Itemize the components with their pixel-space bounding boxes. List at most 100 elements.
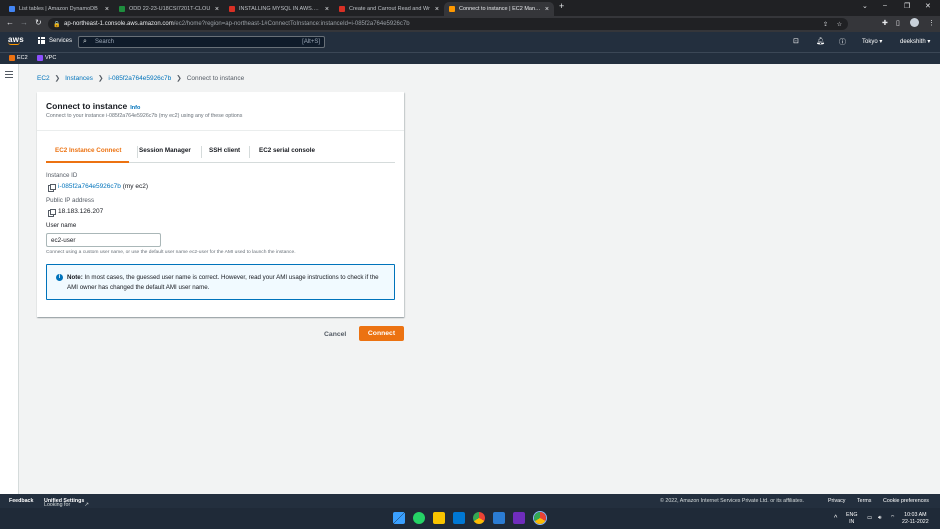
language-indicator[interactable]: ENG IN <box>846 512 857 526</box>
privacy-link[interactable]: Privacy <box>828 498 845 504</box>
breadcrumb-instances[interactable]: Instances <box>65 75 93 82</box>
extensions-icon[interactable]: ✚ <box>882 19 888 27</box>
chrome-active-icon[interactable] <box>534 512 546 524</box>
browser-tab[interactable]: ODD 22-23-U18CSI7201T-CLOU × <box>114 2 224 16</box>
breadcrumb-instance-id[interactable]: i-085f2a764e5926c7b <box>108 75 171 82</box>
search-input[interactable]: ⌕ Search [Alt+S] <box>78 36 325 48</box>
tab-title: Connect to instance | EC2 Manag <box>459 6 541 12</box>
services-label: Services <box>49 37 73 44</box>
maximize-icon[interactable]: ❐ <box>904 2 910 10</box>
alert-note-label: Note: <box>67 274 83 281</box>
breadcrumb-separator: ❯ <box>97 75 104 82</box>
volume-icon[interactable]: 🔊︎ <box>878 515 881 522</box>
browser-tab[interactable]: INSTALLING MYSQL IN AWS.pptx × <box>224 2 334 16</box>
chevron-up-icon[interactable]: ^ <box>834 515 837 522</box>
page-title-text: Connect to instance <box>46 101 128 111</box>
connect-panel: Connect to instance Info Connect to your … <box>37 92 404 317</box>
ec2-icon <box>9 55 15 61</box>
tab-favicon <box>9 6 15 12</box>
instance-name: (my ec2) <box>122 183 148 190</box>
close-tab-icon[interactable]: × <box>545 6 549 13</box>
breadcrumb-separator: ❯ <box>54 75 61 82</box>
share-icon[interactable]: ⇪ <box>823 21 828 28</box>
cloudshell-icon[interactable]: ⊡ <box>793 37 799 45</box>
instance-id-link[interactable]: i-085f2a764e5926c7b <box>58 183 121 190</box>
clock[interactable]: 10:03 AM 22-11-2022 <box>902 512 929 526</box>
copy-icon[interactable] <box>48 208 56 217</box>
tab-ec2-instance-connect[interactable]: EC2 Instance Connect <box>55 147 121 154</box>
tab-ssh-client[interactable]: SSH client <box>209 147 240 154</box>
tab-title: List tables | Amazon DynamoDB <box>19 6 98 12</box>
browser-tab[interactable]: Create and Carrout Read and Wr × <box>334 2 444 16</box>
aws-top-nav: aws Services ⌕ Search [Alt+S] ⊡ 🔔︎ ⓘ Tok… <box>0 32 940 52</box>
hamburger-menu-icon[interactable] <box>5 71 13 80</box>
wifi-icon[interactable]: ⌔ <box>890 515 895 522</box>
whatsapp-icon[interactable] <box>413 512 425 524</box>
alert-text: Note: In most cases, the guessed user na… <box>67 273 387 293</box>
new-tab-button[interactable]: + <box>559 1 564 11</box>
tab-title: INSTALLING MYSQL IN AWS.pptx <box>239 6 321 12</box>
windows-start-icon[interactable] <box>393 512 405 524</box>
active-tab-indicator <box>46 161 129 163</box>
region-selector[interactable]: Tokyo ▾ <box>862 38 882 45</box>
info-circle-icon: i <box>56 274 63 281</box>
language-notice: Looking for language selection? Find it … <box>44 498 89 526</box>
close-tab-icon[interactable]: × <box>435 6 439 13</box>
terms-link[interactable]: Terms <box>857 498 871 504</box>
profile-avatar[interactable] <box>910 18 919 27</box>
vpc-icon <box>37 55 43 61</box>
language-code: ENG <box>846 512 858 518</box>
clock-date: 22-11-2022 <box>902 519 929 525</box>
tab-favicon <box>339 6 345 12</box>
tab-ec2-serial-console[interactable]: EC2 serial console <box>259 147 315 154</box>
alert-note-body: In most cases, the guessed user name is … <box>67 274 379 291</box>
bell-icon[interactable]: 🔔︎ <box>816 37 825 45</box>
tab-favicon <box>119 6 125 12</box>
window-close-icon[interactable]: ✕ <box>925 2 931 10</box>
reload-icon[interactable]: ↻ <box>35 18 42 27</box>
bookmark-star-icon[interactable]: ☆ <box>837 21 842 28</box>
tab-favicon <box>449 6 455 12</box>
close-tab-icon[interactable]: × <box>215 6 219 13</box>
forward-arrow-icon[interactable]: → <box>20 18 28 27</box>
feedback-link[interactable]: Feedback <box>9 498 33 504</box>
back-arrow-icon[interactable]: ← <box>6 18 14 27</box>
tab-session-manager[interactable]: Session Manager <box>139 147 191 154</box>
connect-button[interactable]: Connect <box>359 326 404 341</box>
chrome-icon[interactable] <box>473 512 485 524</box>
account-menu[interactable]: deekshith ▾ <box>900 38 930 45</box>
close-tab-icon[interactable]: × <box>105 6 109 13</box>
info-link[interactable]: Info <box>130 105 140 111</box>
help-icon[interactable]: ⓘ <box>839 37 846 47</box>
user-name-input[interactable] <box>46 233 161 247</box>
word-icon[interactable] <box>493 512 505 524</box>
lock-icon[interactable]: 🔒 <box>53 21 60 28</box>
favorite-vpc[interactable]: VPC <box>37 55 56 61</box>
close-tab-icon[interactable]: × <box>325 6 329 13</box>
aws-logo[interactable]: aws <box>8 35 24 45</box>
chevron-down-icon[interactable]: ⌄ <box>862 2 868 10</box>
services-menu[interactable]: Services <box>38 37 72 44</box>
browser-tab[interactable]: List tables | Amazon DynamoDB × <box>4 2 114 16</box>
panel-divider <box>37 130 404 131</box>
console-footer: Feedback Looking for language selection?… <box>0 494 940 526</box>
tab-separator <box>201 146 202 158</box>
copyright-text: © 2022, Amazon Internet Services Private… <box>660 498 804 504</box>
side-panel-icon[interactable]: ▯ <box>896 19 900 27</box>
region-code: IN <box>849 519 855 525</box>
battery-icon[interactable]: ▭ <box>867 515 872 522</box>
copy-icon[interactable] <box>48 183 56 192</box>
vscode-icon[interactable] <box>453 512 465 524</box>
breadcrumb-ec2[interactable]: EC2 <box>37 75 50 82</box>
cookie-preferences-link[interactable]: Cookie preferences <box>883 498 929 504</box>
kebab-menu-icon[interactable]: ⋮ <box>928 19 935 27</box>
browser-tab-active[interactable]: Connect to instance | EC2 Manag × <box>444 2 554 16</box>
minimize-icon[interactable]: – <box>883 2 887 9</box>
favorite-ec2[interactable]: EC2 <box>9 55 28 61</box>
cancel-button[interactable]: Cancel <box>318 327 352 341</box>
file-explorer-icon[interactable] <box>433 512 445 524</box>
address-bar[interactable]: 🔒 ap-northeast-1.console.aws.amazon.com /… <box>48 18 848 30</box>
instance-id-value: i-085f2a764e5926c7b (my ec2) <box>48 183 148 192</box>
visual-studio-icon[interactable] <box>513 512 525 524</box>
breadcrumb: EC2 ❯ Instances ❯ i-085f2a764e5926c7b ❯ … <box>37 74 244 83</box>
